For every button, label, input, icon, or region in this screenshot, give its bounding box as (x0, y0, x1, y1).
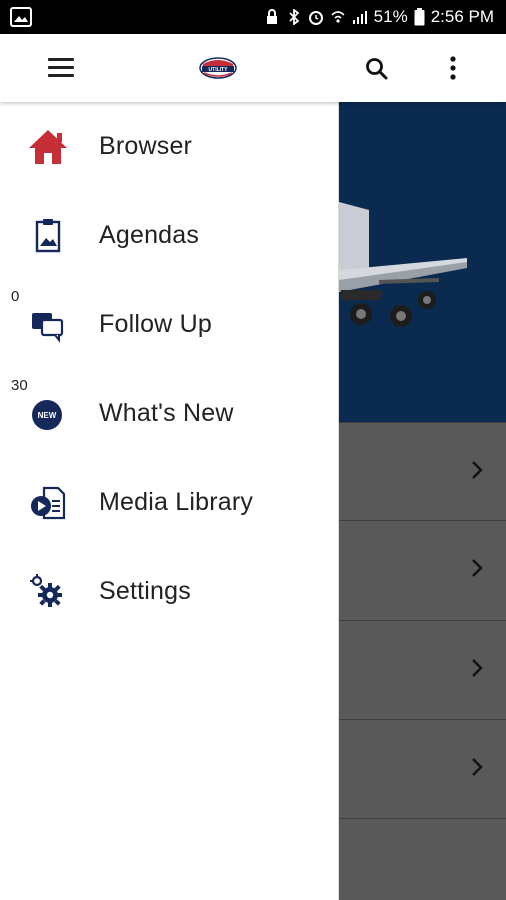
svg-text:UTILITY: UTILITY (209, 67, 229, 73)
clipboard-icon (35, 219, 61, 253)
utility-logo: UTILITY (199, 57, 237, 79)
nav-item-whats-new[interactable]: 30 NEW What's New (0, 369, 339, 458)
nav-item-settings[interactable]: Settings (0, 547, 339, 636)
alarm-icon (308, 11, 323, 25)
whats-new-count-badge: 30 (11, 377, 28, 394)
battery-percent: 51% (373, 7, 408, 26)
nav-label-agendas: Agendas (99, 221, 200, 249)
battery-icon (414, 8, 425, 26)
media-library-icon (31, 486, 66, 520)
nav-item-browser[interactable]: Browser (0, 102, 339, 191)
menu-icon[interactable] (48, 58, 74, 78)
chevron-right-icon (472, 559, 483, 577)
nav-label-whats-new: What's New (99, 399, 234, 427)
search-icon[interactable] (364, 56, 390, 82)
svg-text:NEW: NEW (38, 411, 57, 420)
main-content-scrim[interactable] (339, 102, 506, 900)
chevron-right-icon (472, 758, 483, 776)
nav-label-settings: Settings (99, 577, 191, 605)
chat-bubbles-icon (32, 313, 64, 343)
hero-image (339, 102, 506, 422)
nav-item-media-library[interactable]: Media Library (0, 458, 339, 547)
navigation-drawer: Browser Agendas 0 Follow Up 30 NEW What'… (0, 102, 339, 900)
follow-up-count-badge: 0 (11, 288, 20, 305)
lock-icon (266, 9, 277, 24)
app-bar: UTILITY (0, 34, 506, 102)
home-icon (29, 130, 67, 164)
list-item[interactable] (339, 520, 506, 618)
nav-item-agendas[interactable]: Agendas (0, 191, 339, 280)
gallery-notification-icon (10, 7, 32, 32)
clock: 2:56 PM (430, 7, 494, 26)
bluetooth-icon (289, 9, 300, 25)
gears-icon (30, 574, 62, 607)
signal-icon (352, 11, 367, 24)
list-item[interactable] (339, 719, 506, 817)
nav-item-follow-up[interactable]: 0 Follow Up (0, 280, 339, 369)
nav-label-media-library: Media Library (99, 488, 254, 516)
chevron-right-icon (472, 659, 483, 677)
wifi-calling-icon (331, 11, 345, 23)
nav-label-follow-up: Follow Up (99, 310, 212, 338)
chevron-right-icon (472, 461, 483, 479)
status-bar: 51% 2:56 PM (0, 0, 506, 34)
more-options-icon[interactable] (440, 54, 466, 82)
list-item[interactable] (339, 422, 506, 520)
list-item[interactable] (339, 620, 506, 718)
nav-label-browser: Browser (99, 132, 193, 160)
list-item[interactable] (339, 818, 506, 900)
new-badge-icon: NEW (32, 400, 62, 430)
